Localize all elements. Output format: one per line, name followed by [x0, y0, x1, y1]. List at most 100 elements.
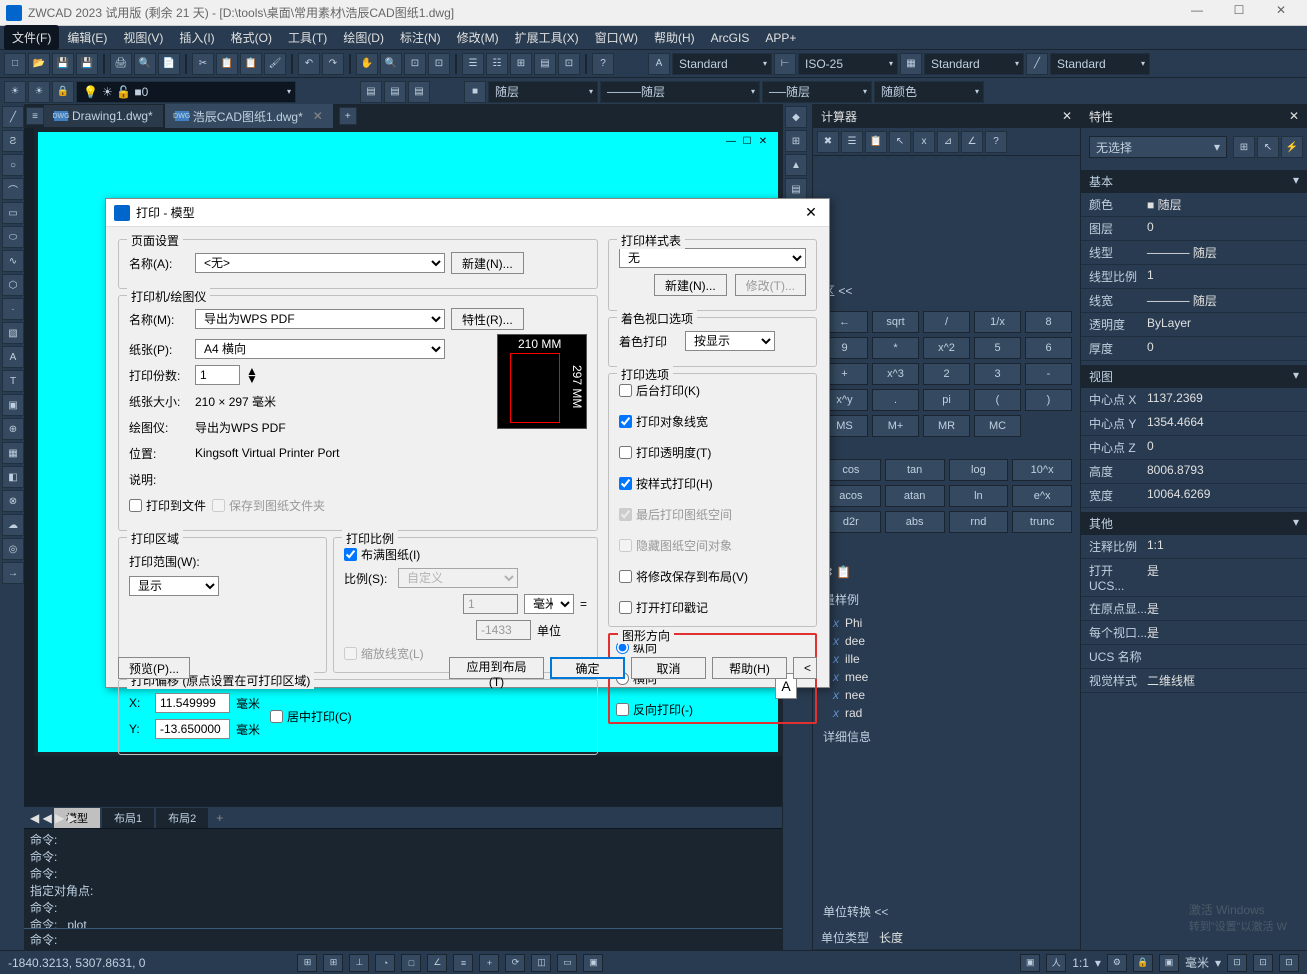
zoomwin-icon[interactable]: ⊡	[404, 53, 426, 75]
vp-min-icon[interactable]: —	[724, 136, 738, 150]
menu-insert[interactable]: 插入(I)	[171, 25, 222, 50]
donut-icon[interactable]: ◎	[2, 538, 24, 560]
cycle-icon[interactable]: ⟳	[505, 954, 525, 972]
ann-icon[interactable]: 人	[1046, 954, 1066, 972]
calc-key[interactable]: x^3	[872, 363, 919, 385]
calc-key[interactable]: )	[1025, 389, 1072, 411]
calc-ang-icon[interactable]: ∠	[961, 131, 983, 153]
menu-dim[interactable]: 标注(N)	[392, 25, 449, 50]
pan-icon[interactable]: ✋	[356, 53, 378, 75]
calc-key[interactable]: log	[949, 459, 1009, 481]
osnap-icon[interactable]: □	[401, 954, 421, 972]
pline-icon[interactable]: Ƨ	[2, 130, 24, 152]
mleader-style-icon[interactable]: ╱	[1026, 53, 1048, 75]
style-new-button[interactable]: 新建(N)...	[654, 274, 727, 296]
calc-key[interactable]: *	[872, 337, 919, 359]
calc-key[interactable]: 3	[974, 363, 1021, 385]
selection-combo[interactable]: 无选择▾	[1089, 136, 1227, 158]
undo-icon[interactable]: ↶	[298, 53, 320, 75]
calc-help-icon[interactable]: ?	[985, 131, 1007, 153]
lwt-icon[interactable]: ≡	[453, 954, 473, 972]
spin-down-icon[interactable]: ▼	[246, 375, 258, 383]
opt2-checkbox[interactable]	[619, 415, 632, 428]
property-row[interactable]: 宽度10064.6269	[1081, 484, 1307, 508]
menu-window[interactable]: 窗口(W)	[587, 25, 646, 50]
preview-button[interactable]: 预览(P)...	[118, 657, 190, 679]
polar-icon[interactable]: ◔	[375, 954, 395, 972]
dyn-icon[interactable]: +	[479, 954, 499, 972]
property-row[interactable]: 线型比例1	[1081, 265, 1307, 289]
calc-key[interactable]: 2	[923, 363, 970, 385]
plotstyle-combo[interactable]: 随颜色	[874, 81, 984, 103]
calc-paste-icon[interactable]: 📋	[865, 131, 887, 153]
property-row[interactable]: 注释比例1:1	[1081, 535, 1307, 559]
table-icon[interactable]: ▦	[2, 442, 24, 464]
property-row[interactable]: 线宽───── 随层	[1081, 289, 1307, 313]
panel-close-icon[interactable]: ✕	[1289, 109, 1299, 123]
cancel-button[interactable]: 取消	[631, 657, 706, 679]
calc-key[interactable]: 8	[1025, 311, 1072, 333]
shade-select[interactable]: 按显示	[685, 331, 775, 351]
fit-checkbox[interactable]	[344, 548, 357, 561]
grid-icon[interactable]: ⊞	[323, 954, 343, 972]
lineweight-combo[interactable]: ── 随层	[762, 81, 872, 103]
calc-hist-icon[interactable]: ☰	[841, 131, 863, 153]
property-row[interactable]: UCS 名称	[1081, 645, 1307, 669]
calc-key[interactable]: sqrt	[872, 311, 919, 333]
tab-layout1[interactable]: 布局1	[102, 808, 154, 828]
table-style-combo[interactable]: Standard	[924, 53, 1024, 75]
otrack-icon[interactable]: ∠	[427, 954, 447, 972]
addlayout-icon[interactable]: +	[216, 811, 223, 825]
offset-x-input[interactable]	[155, 693, 230, 713]
insert-icon[interactable]: ⊕	[2, 418, 24, 440]
calc-key[interactable]: e^x	[1012, 485, 1072, 507]
ok-button[interactable]: 确定	[550, 657, 625, 679]
reverse-checkbox[interactable]	[616, 703, 629, 716]
layer3-icon[interactable]: 🔒	[52, 81, 74, 103]
var-item[interactable]: xnee	[813, 686, 1080, 704]
calc-clear-icon[interactable]: ✖	[817, 131, 839, 153]
opt8-checkbox[interactable]	[619, 601, 632, 614]
calc-key[interactable]: x^2	[923, 337, 970, 359]
calc-key[interactable]: /	[923, 311, 970, 333]
calc-key[interactable]: (	[974, 389, 1021, 411]
layer2-icon[interactable]: ☀	[28, 81, 50, 103]
menu-view[interactable]: 视图(V)	[115, 25, 171, 50]
close-icon[interactable]: ✕	[313, 109, 323, 123]
palette4-icon[interactable]: ▤	[785, 178, 807, 200]
print-icon[interactable]: 🖨	[110, 53, 132, 75]
3d-icon[interactable]: ◫	[531, 954, 551, 972]
publish-icon[interactable]: 📄	[158, 53, 180, 75]
revcloud-icon[interactable]: ☁	[2, 514, 24, 536]
unitconv-label[interactable]: 单位转换 <<	[813, 897, 1080, 926]
var-item[interactable]: xdee	[813, 632, 1080, 650]
tab-haochen[interactable]: DWG 浩辰CAD图纸1.dwg* ✕	[165, 104, 333, 129]
help-icon[interactable]: ?	[592, 53, 614, 75]
panel-close-icon[interactable]: ✕	[1062, 109, 1072, 123]
menu-file[interactable]: 文件(F)	[4, 25, 59, 50]
printer-select[interactable]: 导出为WPS PDF	[195, 309, 445, 329]
layeriso-icon[interactable]: ▤	[360, 81, 382, 103]
menu-draw[interactable]: 绘图(D)	[335, 25, 392, 50]
calc-key[interactable]: trunc	[1012, 511, 1072, 533]
model-icon[interactable]: ▣	[1020, 954, 1040, 972]
dim-style-combo[interactable]: ISO-25	[798, 53, 898, 75]
mtext-icon[interactable]: T	[2, 370, 24, 392]
cmd-icon[interactable]: ▤	[534, 53, 556, 75]
var-item[interactable]: xmee	[813, 668, 1080, 686]
props-icon[interactable]: ☰	[462, 53, 484, 75]
property-row[interactable]: 视觉样式二维线框	[1081, 669, 1307, 693]
qp-icon[interactable]: ▭	[557, 954, 577, 972]
property-row[interactable]: 图层0	[1081, 217, 1307, 241]
palette3-icon[interactable]: ▲	[785, 154, 807, 176]
calc-key[interactable]: tan	[885, 459, 945, 481]
color-icon[interactable]: ■	[464, 81, 486, 103]
help-button[interactable]: 帮助(H)	[712, 657, 787, 679]
calc-key[interactable]: 1/x	[974, 311, 1021, 333]
tofile-checkbox[interactable]	[129, 499, 142, 512]
layerfrz-icon[interactable]: ▤	[408, 81, 430, 103]
calc-key[interactable]: .	[872, 389, 919, 411]
table-style-icon[interactable]: ▦	[900, 53, 922, 75]
vp-close-icon[interactable]: ✕	[756, 136, 770, 150]
tablist-icon[interactable]: ≡	[26, 107, 44, 125]
